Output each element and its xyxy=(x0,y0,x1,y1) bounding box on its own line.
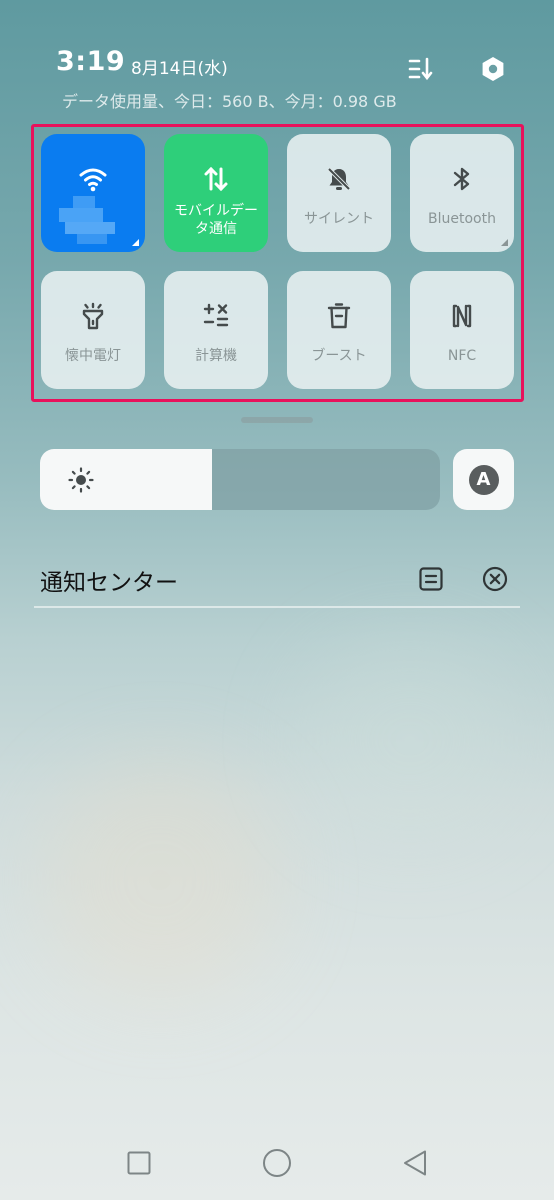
tile-label: NFC xyxy=(447,348,477,364)
back-triangle-icon[interactable] xyxy=(400,1148,430,1178)
background-blob xyxy=(40,760,280,1000)
wifi-icon xyxy=(78,164,108,194)
tile-mobile-data[interactable]: モバイルデータ通信 xyxy=(164,134,268,252)
date-label: 8月14日(水) xyxy=(131,59,228,79)
tile-nfc[interactable]: NFC xyxy=(410,271,514,389)
brightness-sun-icon xyxy=(68,467,94,493)
auto-brightness-label: A xyxy=(468,464,499,495)
tile-boost[interactable]: ブースト xyxy=(287,271,391,389)
brightness-slider[interactable] xyxy=(40,449,440,510)
tile-label: サイレント xyxy=(304,211,374,227)
quick-settings-panel: モバイルデータ通信 サイレント Bluetooth 懐中電灯 計算機 ブースト … xyxy=(31,124,524,402)
tile-flashlight[interactable]: 懐中電灯 xyxy=(41,271,145,389)
data-usage-text: データ使用量、今日：560 B、今月：0.98 GB xyxy=(62,92,397,111)
panel-drag-handle[interactable] xyxy=(241,417,313,423)
bluetooth-icon xyxy=(447,164,477,194)
trash-icon xyxy=(324,301,354,331)
clear-notifications-icon[interactable] xyxy=(481,565,509,593)
tile-label: 懐中電灯 xyxy=(65,348,121,364)
brightness-fill xyxy=(40,449,212,510)
clock-time: 3:19 xyxy=(56,46,126,77)
home-circle-icon[interactable] xyxy=(262,1148,292,1178)
nfc-icon xyxy=(447,301,477,331)
recents-square-icon[interactable] xyxy=(124,1148,154,1178)
notification-manage-icon[interactable] xyxy=(417,565,445,593)
calculator-icon xyxy=(201,301,231,331)
tile-label: 計算機 xyxy=(195,348,237,364)
settings-icon[interactable] xyxy=(476,52,510,86)
tile-label: Bluetooth xyxy=(428,211,496,227)
expand-corner-icon xyxy=(501,239,508,246)
edit-tiles-icon[interactable] xyxy=(404,52,438,86)
tile-calculator[interactable]: 計算機 xyxy=(164,271,268,389)
flashlight-icon xyxy=(78,301,108,331)
wifi-network-name-redacted xyxy=(59,196,123,246)
expand-corner-icon xyxy=(132,239,139,246)
auto-brightness-button[interactable]: A xyxy=(453,449,514,510)
background-blob xyxy=(300,640,520,840)
tile-label: ブースト xyxy=(311,348,367,364)
bell-off-icon xyxy=(324,164,354,194)
tile-label: モバイルデータ通信 xyxy=(174,203,258,237)
tile-wifi[interactable] xyxy=(41,134,145,252)
tile-bluetooth[interactable]: Bluetooth xyxy=(410,134,514,252)
notification-center-title: 通知センター xyxy=(40,570,178,596)
tile-silent[interactable]: サイレント xyxy=(287,134,391,252)
data-transfer-icon xyxy=(201,164,231,194)
notification-divider xyxy=(34,606,520,608)
